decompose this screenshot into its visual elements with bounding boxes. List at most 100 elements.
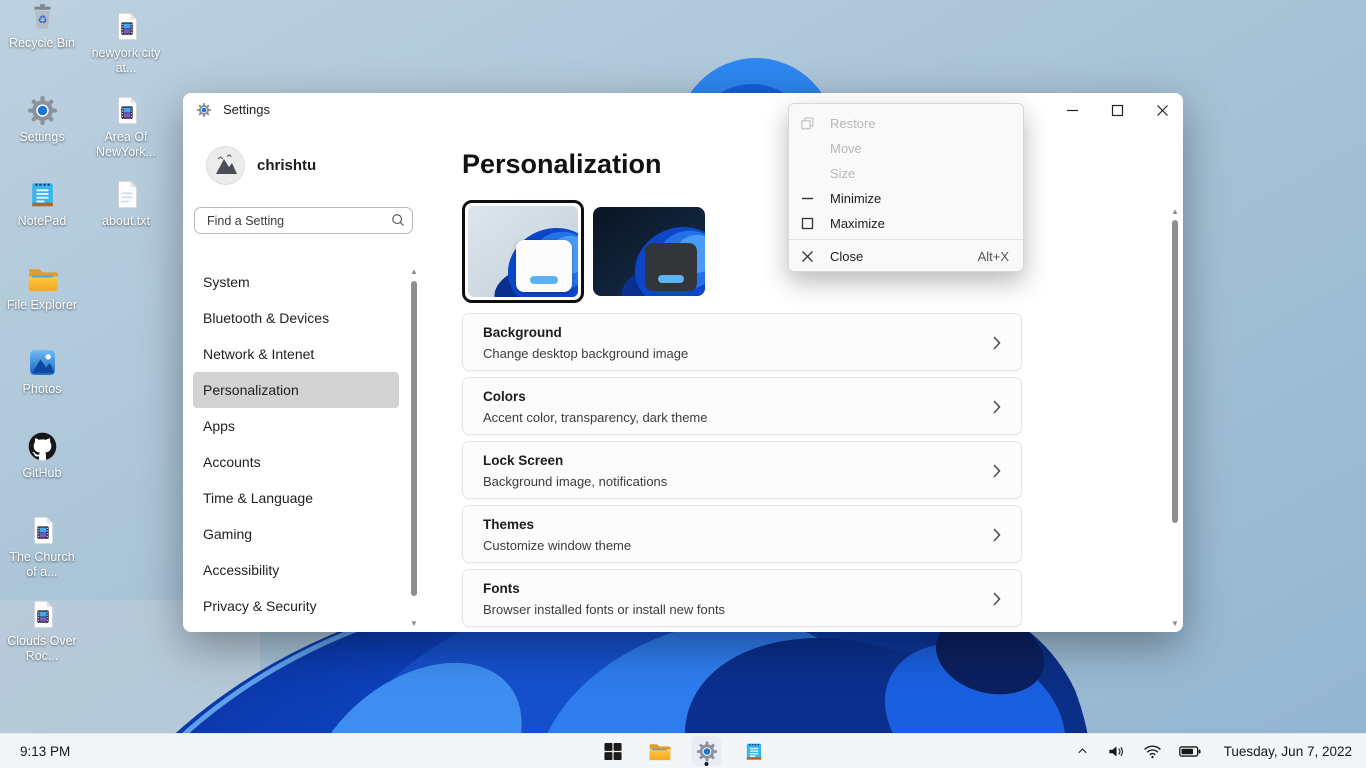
mini-window-light — [516, 240, 572, 292]
sidebar-item-bluetooth-devices[interactable]: Bluetooth & Devices — [193, 300, 399, 336]
desktop-icon-area-of-newyork[interactable]: Area Of NewYork... — [84, 94, 168, 160]
menu-item-minimize[interactable]: Minimize — [789, 186, 1023, 211]
card-background[interactable]: Background Change desktop background ima… — [462, 313, 1022, 371]
card-title: Colors — [483, 389, 526, 404]
desktop-icon-clouds-video[interactable]: Clouds Over Roc... — [0, 598, 84, 664]
taskbar-settings[interactable] — [692, 736, 722, 766]
search-input[interactable] — [194, 207, 413, 234]
sidebar-item-privacy-security[interactable]: Privacy & Security — [193, 588, 399, 624]
desktop-icon-label: NotePad — [3, 214, 81, 229]
close-button[interactable] — [1145, 95, 1179, 125]
battery-button[interactable] — [1179, 745, 1201, 758]
sidebar-item-network-internet[interactable]: Network & Intenet — [193, 336, 399, 372]
search-box — [194, 207, 413, 234]
desktop-icon-recycle-bin[interactable]: Recycle Bin — [0, 0, 84, 51]
desktop-icon-github[interactable]: GitHub — [0, 430, 84, 481]
settings-sidebar: System Bluetooth & Devices Network & Int… — [193, 264, 399, 624]
menu-item-close[interactable]: Close Alt+X — [789, 243, 1023, 269]
sidebar-item-apps[interactable]: Apps — [193, 408, 399, 444]
menu-item-label: Close — [830, 249, 863, 264]
notepad-icon — [742, 740, 765, 763]
start-button[interactable] — [598, 736, 628, 766]
window-title: Settings — [223, 102, 270, 117]
chevron-right-icon — [993, 464, 1001, 478]
sidebar-scrollbar-thumb[interactable] — [411, 281, 417, 596]
card-subtitle: Browser installed fonts or install new f… — [483, 602, 725, 617]
chevron-right-icon — [993, 528, 1001, 542]
menu-item-restore: Restore — [789, 111, 1023, 136]
taskbar-system-tray: Tuesday, Jun 7, 2022 — [1075, 743, 1352, 760]
taskbar-notepad[interactable] — [739, 736, 769, 766]
hidden-icons-button[interactable] — [1075, 744, 1090, 759]
video-file-icon — [110, 94, 143, 127]
menu-icon-placeholder — [801, 167, 817, 181]
card-subtitle: Accent color, transparency, dark theme — [483, 410, 707, 425]
maximize-button[interactable] — [1100, 95, 1134, 125]
chevron-right-icon — [993, 592, 1001, 606]
user-avatar[interactable] — [206, 146, 245, 185]
taskbar-app-icons — [598, 736, 769, 766]
card-fonts[interactable]: Fonts Browser installed fonts or install… — [462, 569, 1022, 627]
desktop-icon-label: The Church of a... — [3, 550, 81, 580]
minimize-button[interactable] — [1055, 95, 1089, 125]
sidebar-item-system[interactable]: System — [193, 264, 399, 300]
card-title: Themes — [483, 517, 534, 532]
theme-preview-light[interactable] — [462, 200, 584, 303]
folder-icon — [648, 739, 672, 763]
desktop-icon-notepad[interactable]: NotePad — [0, 178, 84, 229]
window-titlebar[interactable]: Settings — [183, 93, 1183, 127]
maximize-icon — [801, 217, 817, 231]
card-colors[interactable]: Colors Accent color, transparency, dark … — [462, 377, 1022, 435]
menu-item-label: Move — [830, 141, 862, 156]
desktop-icon-photos[interactable]: Photos — [0, 346, 84, 397]
desktop-icon-about-txt[interactable]: about.txt — [84, 178, 168, 229]
close-icon — [1156, 104, 1169, 117]
content-scrollbar-thumb[interactable] — [1172, 220, 1178, 523]
battery-icon — [1179, 745, 1201, 758]
scroll-up-icon[interactable]: ▲ — [1171, 208, 1179, 216]
card-title: Background — [483, 325, 562, 340]
minimize-icon — [801, 192, 817, 206]
taskbar-date[interactable]: Tuesday, Jun 7, 2022 — [1224, 744, 1352, 759]
menu-item-shortcut: Alt+X — [978, 249, 1009, 264]
sidebar-scrollbar[interactable]: ▲ ▼ — [410, 268, 418, 628]
menu-item-size: Size — [789, 161, 1023, 186]
video-file-icon — [26, 514, 59, 547]
menu-icon-placeholder — [801, 142, 817, 156]
taskbar-clock: 9:13 PM — [20, 744, 70, 759]
menu-item-label: Minimize — [830, 191, 881, 206]
sidebar-item-accounts[interactable]: Accounts — [193, 444, 399, 480]
sidebar-item-gaming[interactable]: Gaming — [193, 516, 399, 552]
taskbar-file-explorer[interactable] — [645, 736, 675, 766]
desktop-icon-settings[interactable]: Settings — [0, 94, 84, 145]
scroll-down-icon[interactable]: ▼ — [1171, 620, 1179, 628]
sidebar-item-personalization[interactable]: Personalization — [193, 372, 399, 408]
github-icon — [26, 430, 59, 463]
scroll-up-icon[interactable]: ▲ — [410, 268, 418, 276]
sidebar-item-time-language[interactable]: Time & Language — [193, 480, 399, 516]
notepad-icon — [26, 178, 59, 211]
content-scrollbar[interactable]: ▲ ▼ — [1171, 208, 1179, 628]
card-lock-screen[interactable]: Lock Screen Background image, notificati… — [462, 441, 1022, 499]
desktop-icon-label: newyork city at... — [87, 46, 165, 76]
menu-item-label: Maximize — [830, 216, 885, 231]
folder-icon — [26, 262, 59, 295]
menu-separator — [789, 239, 1023, 240]
desktop-icon-the-church-video[interactable]: The Church of a... — [0, 514, 84, 580]
settings-gear-icon — [196, 102, 212, 118]
video-file-icon — [110, 10, 143, 43]
wifi-button[interactable] — [1143, 744, 1162, 759]
recycle-bin-icon — [26, 0, 59, 33]
chevron-right-icon — [993, 336, 1001, 350]
desktop-icon-newyork-video[interactable]: newyork city at... — [84, 10, 168, 76]
desktop-icon-file-explorer[interactable]: File Explorer — [0, 262, 84, 313]
menu-item-maximize[interactable]: Maximize — [789, 211, 1023, 236]
theme-preview-dark[interactable] — [593, 207, 705, 296]
photos-icon — [26, 346, 59, 379]
card-subtitle: Change desktop background image — [483, 346, 688, 361]
sidebar-item-accessibility[interactable]: Accessibility — [193, 552, 399, 588]
scroll-down-icon[interactable]: ▼ — [410, 620, 418, 628]
menu-item-label: Restore — [830, 116, 876, 131]
card-themes[interactable]: Themes Customize window theme — [462, 505, 1022, 563]
volume-button[interactable] — [1107, 743, 1126, 760]
